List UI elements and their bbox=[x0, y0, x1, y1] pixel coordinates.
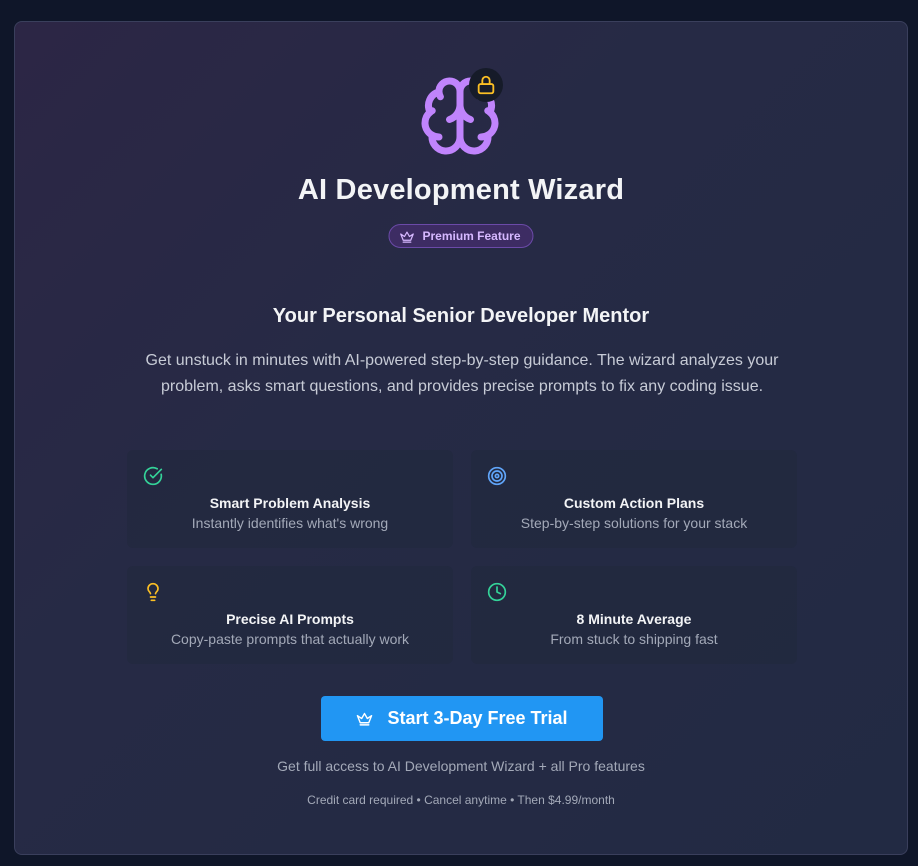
fine-print: Credit card required • Cancel anytime • … bbox=[307, 793, 615, 807]
page: AI Development Wizard Premium Feature Yo… bbox=[0, 0, 918, 866]
start-trial-label: Start 3-Day Free Trial bbox=[387, 708, 568, 728]
feature-card-smart-analysis: Smart Problem Analysis Instantly identif… bbox=[127, 450, 453, 548]
target-icon bbox=[487, 466, 507, 486]
feature-description: Copy-paste prompts that actually work bbox=[170, 631, 410, 647]
premium-upsell-card: AI Development Wizard Premium Feature Yo… bbox=[14, 21, 908, 855]
feature-description: Instantly identifies what's wrong bbox=[191, 515, 389, 531]
feature-card-action-plans: Custom Action Plans Step-by-step solutio… bbox=[471, 450, 797, 548]
access-note: Get full access to AI Development Wizard… bbox=[277, 758, 645, 774]
crown-icon bbox=[400, 231, 414, 243]
feature-card-minute-average: 8 Minute Average From stuck to shipping … bbox=[471, 566, 797, 664]
clock-icon bbox=[487, 582, 507, 602]
start-trial-button[interactable]: Start 3-Day Free Trial bbox=[321, 696, 603, 741]
feature-title: Smart Problem Analysis bbox=[209, 495, 371, 511]
feature-card-ai-prompts: Precise AI Prompts Copy-paste prompts th… bbox=[127, 566, 453, 664]
premium-badge: Premium Feature bbox=[388, 224, 534, 248]
feature-title: Precise AI Prompts bbox=[226, 611, 354, 627]
lock-icon bbox=[477, 75, 495, 95]
premium-badge-label: Premium Feature bbox=[422, 229, 521, 243]
hero-icon bbox=[416, 68, 506, 158]
section-subtitle: Your Personal Senior Developer Mentor bbox=[272, 305, 650, 327]
page-title: AI Development Wizard bbox=[297, 174, 625, 206]
lock-badge bbox=[469, 68, 503, 102]
feature-title: 8 Minute Average bbox=[576, 611, 692, 627]
feature-description: From stuck to shipping fast bbox=[550, 631, 718, 647]
check-circle-icon bbox=[143, 466, 163, 486]
description-text: Get unstuck in minutes with AI-powered s… bbox=[145, 352, 779, 395]
feature-title: Custom Action Plans bbox=[563, 495, 705, 511]
crown-icon bbox=[357, 712, 373, 726]
feature-description: Step-by-step solutions for your stack bbox=[520, 515, 748, 531]
lightbulb-icon bbox=[147, 582, 159, 602]
